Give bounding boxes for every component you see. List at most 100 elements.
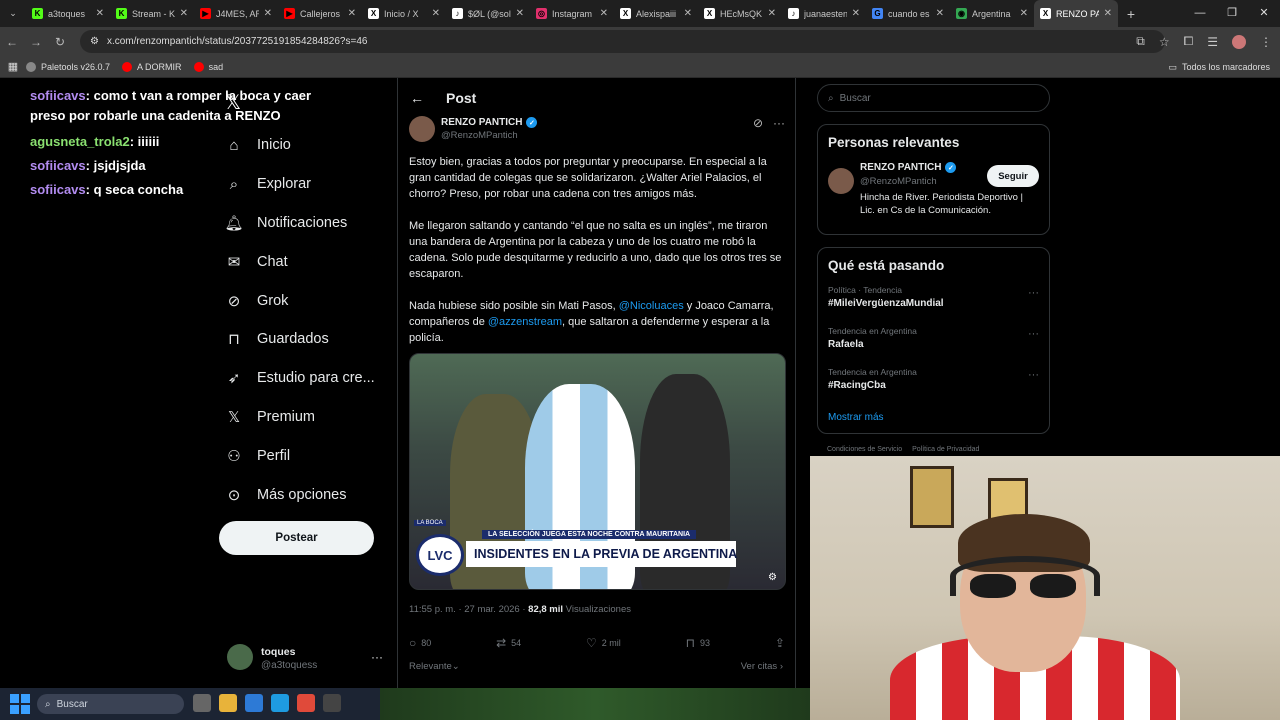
browser-tab[interactable]: X Inicio / X ✕ — [362, 0, 446, 27]
nav-item[interactable]: ⊘ Grok — [225, 281, 400, 320]
post-time[interactable]: 11:55 p. m. · 27 mar. 2026 · — [409, 604, 528, 615]
chat-username[interactable]: sofiicavs — [30, 158, 86, 173]
bookmark-item[interactable]: sad — [193, 61, 223, 72]
browser-tab[interactable]: Ka3toques ✕ — [26, 0, 110, 27]
chat-username[interactable]: sofiicavs — [30, 88, 86, 103]
nav-item[interactable]: ✉ Chat — [225, 242, 400, 281]
minimize-icon[interactable]: — — [1184, 0, 1216, 27]
x-logo-icon[interactable]: 𝕏 — [225, 90, 241, 115]
taskbar-search[interactable]: ⌕ Buscar — [37, 694, 184, 714]
browser-tab[interactable]: X Alexispaiii ✕ — [614, 0, 698, 27]
reply-button[interactable]: ○ 80 — [409, 636, 431, 650]
nav-item[interactable]: ⊙ Más opciones — [225, 475, 400, 514]
relevant-person[interactable]: RENZO PANTICH ✓ @RenzoMPantich Hincha de … — [828, 162, 1039, 224]
nav-item[interactable]: 𝕏 Premium — [225, 398, 400, 437]
close-window-icon[interactable]: ✕ — [1248, 0, 1280, 27]
tab-search-icon[interactable]: ⌄ — [0, 0, 26, 27]
nav-item[interactable]: ➶ Estudio para cre... — [225, 359, 400, 398]
avatar[interactable] — [828, 168, 854, 194]
browser-tab[interactable]: ◉ Argentina ✕ — [950, 0, 1034, 27]
install-app-icon[interactable]: ⧉ — [1136, 34, 1145, 49]
site-info-icon[interactable]: ⚙ — [90, 36, 99, 47]
all-bookmarks[interactable]: ▭ Todos los marcadores — [1168, 56, 1270, 78]
nav-item[interactable]: ⊓ Guardados — [225, 320, 400, 359]
windows-start-icon[interactable] — [10, 694, 30, 714]
nav-item[interactable]: ⌕ Explorar — [225, 165, 400, 204]
follow-button[interactable]: Seguir — [987, 165, 1039, 187]
privacy-link[interactable]: Política de Privacidad — [912, 446, 979, 453]
account-switcher[interactable]: toques @a3toquess ··· — [227, 644, 387, 674]
star-icon[interactable]: ☆ — [1159, 35, 1170, 49]
browser-tab[interactable]: ▶ Callejeros ✕ — [278, 0, 362, 27]
nav-item[interactable]: 🔔︎ Notificaciones — [224, 204, 400, 243]
tab-close-icon[interactable]: ✕ — [684, 8, 692, 19]
avatar[interactable] — [409, 116, 435, 142]
more-icon[interactable]: ··· — [1028, 369, 1039, 381]
new-tab-button[interactable]: + — [1118, 6, 1144, 22]
tab-close-icon[interactable]: ✕ — [96, 8, 104, 19]
like-button[interactable]: ♡ 2 mil — [586, 636, 621, 650]
mention-link[interactable]: @azzenstream — [488, 316, 562, 328]
post-button[interactable]: Postear — [219, 521, 374, 555]
edge-icon[interactable] — [271, 694, 289, 712]
trend-item[interactable]: Tendencia en Argentina #RacingCba ··· — [828, 367, 1039, 408]
tab-close-icon[interactable]: ✕ — [264, 8, 272, 19]
browser-tab[interactable]: ▶ J4MES, AR ✕ — [194, 0, 278, 27]
sort-relevant[interactable]: Relevante⌄ — [409, 661, 460, 672]
apps-grid-icon[interactable]: ▦ — [0, 60, 26, 73]
profile-avatar[interactable] — [1232, 34, 1246, 49]
store-icon[interactable] — [245, 694, 263, 712]
view-quotes-link[interactable]: Ver citas › — [741, 661, 783, 672]
tab-close-icon[interactable]: ✕ — [348, 8, 356, 19]
more-icon[interactable]: ··· — [1028, 328, 1039, 340]
tab-close-icon[interactable]: ✕ — [600, 8, 608, 19]
chat-username[interactable]: sofiicavs — [30, 182, 86, 197]
more-icon[interactable]: ··· — [371, 650, 383, 664]
browser-tab[interactable]: X RENZO PA ✕ — [1034, 0, 1118, 27]
post-video[interactable]: LA BOCA LA SELECCIÓN JUEGA ESTA NOCHE CO… — [409, 353, 786, 590]
browser-menu-icon[interactable]: ⋮ — [1260, 35, 1272, 49]
back-arrow-icon[interactable]: ← — [410, 90, 424, 106]
tab-close-icon[interactable]: ✕ — [852, 8, 860, 19]
obs-icon[interactable] — [323, 694, 341, 712]
bookmark-item[interactable]: A DORMIR — [122, 61, 182, 72]
extensions-icon[interactable]: ⧠ — [1184, 34, 1194, 49]
author-handle[interactable]: @RenzoMPantich — [441, 130, 518, 141]
terms-link[interactable]: Condiciones de Servicio — [827, 446, 902, 453]
forward-arrow-icon[interactable]: → — [24, 35, 48, 49]
nav-item[interactable]: ⌂ Inicio — [225, 126, 400, 165]
trend-item[interactable]: Política · Tendencia #MileiVergüenzaMundi… — [828, 285, 1039, 326]
file-explorer-icon[interactable] — [219, 694, 237, 712]
browser-tab[interactable]: X HEcMsQK ✕ — [698, 0, 782, 27]
chat-username[interactable]: agusneta_trola2 — [30, 134, 130, 149]
nav-item[interactable]: ⚇ Perfil — [225, 436, 400, 475]
tab-close-icon[interactable]: ✕ — [516, 8, 524, 19]
url-field[interactable]: ⚙ x.com/renzompantich/status/20377251918… — [80, 30, 1165, 53]
show-more-link[interactable]: Mostrar más — [828, 412, 1039, 423]
share-button[interactable]: ⇪ — [775, 636, 785, 650]
grok-icon[interactable]: ⊘ — [753, 116, 763, 130]
bookmark-button[interactable]: ⊓ 93 — [686, 636, 710, 650]
browser-tab[interactable]: ♪ juanaesten ✕ — [782, 0, 866, 27]
video-settings-icon[interactable]: ⚙ — [768, 572, 777, 583]
tab-close-icon[interactable]: ✕ — [1020, 8, 1028, 19]
browser-tab[interactable]: ♪ $ØL (@sol ✕ — [446, 0, 530, 27]
more-icon[interactable]: ··· — [773, 116, 785, 130]
browser-tab[interactable]: Gcuando es ✕ — [866, 0, 950, 27]
repost-button[interactable]: ⇄ 54 — [496, 636, 521, 650]
browser-tab[interactable]: ◎ Instagram ✕ — [530, 0, 614, 27]
media-icon[interactable]: ☰ — [1207, 35, 1218, 49]
reload-icon[interactable]: ↻ — [48, 35, 72, 49]
mention-link[interactable]: @Nicoluaces — [619, 300, 684, 312]
tab-close-icon[interactable]: ✕ — [432, 8, 440, 19]
chrome-icon[interactable] — [297, 694, 315, 712]
tab-close-icon[interactable]: ✕ — [1104, 8, 1112, 19]
tab-close-icon[interactable]: ✕ — [180, 8, 188, 19]
tab-close-icon[interactable]: ✕ — [768, 8, 776, 19]
tab-close-icon[interactable]: ✕ — [936, 8, 944, 19]
browser-tab[interactable]: K Stream - K ✕ — [110, 0, 194, 27]
bookmark-item[interactable]: Paletools v26.0.7 — [26, 61, 110, 72]
search-input[interactable]: ⌕ Buscar — [817, 84, 1050, 112]
author-name-row[interactable]: RENZO PANTICH ✓ — [441, 117, 538, 128]
trend-item[interactable]: Tendencia en Argentina Rafaela ··· — [828, 326, 1039, 367]
